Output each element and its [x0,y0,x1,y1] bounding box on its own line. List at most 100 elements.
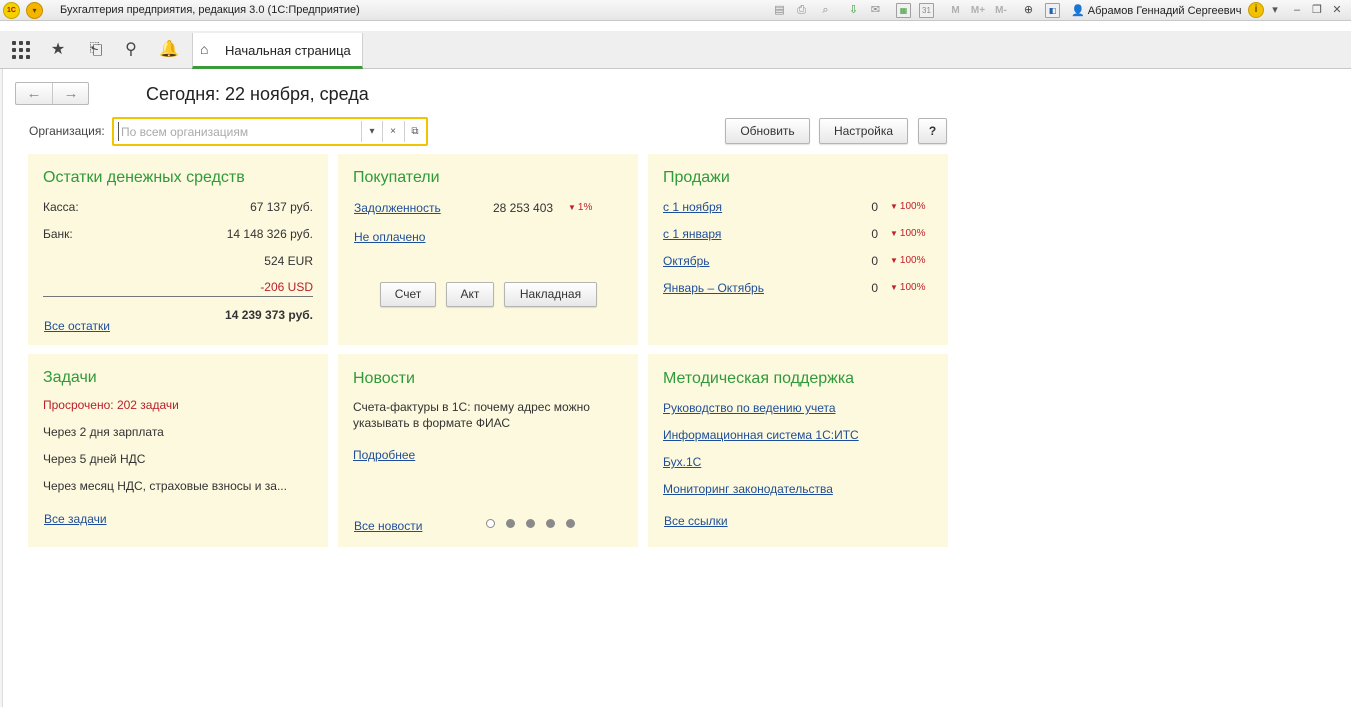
sales-row-change: 100% [890,228,926,239]
tab-home-label: Начальная страница [225,43,351,58]
support-title: Методическая поддержка [663,370,855,387]
unpaid-link[interactable]: Не оплачено [354,230,425,244]
total-value: 14 239 373 руб. [225,308,313,322]
open-icon[interactable]: ⧉ [404,121,425,142]
buyers-title: Покупатели [353,169,440,186]
all-balances-link[interactable]: Все остатки [44,319,110,333]
kassa-value: 67 137 руб. [250,200,313,214]
support-link[interactable]: Мониторинг законодательства [663,482,833,496]
cash-title: Остатки денежных средств [43,169,245,186]
task-item[interactable]: Через 5 дней НДС [43,452,145,466]
history-arrows: ← → [15,82,89,105]
overdue-tasks[interactable]: Просрочено: 202 задачи [43,398,179,412]
news-pager-dot[interactable] [526,519,535,528]
support-link[interactable]: Руководство по ведению учета [663,401,836,415]
support-link[interactable]: Информационная система 1С:ИТС [663,428,859,442]
user-label: Абрамов Геннадий Сергеевич [1087,5,1242,17]
load-icon[interactable]: ⇩ [846,3,861,18]
main-menu-button[interactable]: ▾ [26,2,43,19]
1c-logo-icon: 1С [3,2,20,19]
bell-icon[interactable]: 🔔 [159,40,179,60]
star-icon[interactable]: ★ [48,40,68,60]
sales-row-label[interactable]: Октябрь [663,254,710,268]
support-panel: Методическая поддержка Руководство по ве… [648,354,948,547]
debt-value: 28 253 403 [493,201,554,215]
user-name[interactable]: 👤 Абрамов Геннадий Сергеевич [1071,4,1242,17]
page-title: Сегодня: 22 ноября, среда [146,84,369,104]
all-tasks-link[interactable]: Все задачи [44,512,107,526]
news-more-link[interactable]: Подробнее [353,448,415,462]
m-icon[interactable]: M [948,3,963,18]
debt-change: 1% [568,202,592,213]
zoom-icon[interactable]: ⊕ [1021,3,1036,18]
all-news-link[interactable]: Все новости [354,519,422,533]
tab-home[interactable]: ⌂ Начальная страница [192,33,363,69]
m-plus-icon[interactable]: M+ [968,3,988,18]
window-titlebar: 1С ▾ Бухгалтерия предприятия, редакция 3… [0,0,1351,21]
close-icon[interactable]: ✕ [1330,3,1344,17]
cash-panel: Остатки денежных средств Касса: 67 137 р… [28,154,328,345]
dropdown-chevron-icon[interactable]: ▾ [361,121,382,142]
org-input[interactable] [118,122,358,141]
clear-icon[interactable]: × [382,121,403,142]
sales-row-label[interactable]: с 1 ноября [663,200,722,214]
sales-row-label[interactable]: Январь – Октябрь [663,281,764,295]
calculator-icon[interactable]: ▦ [896,3,911,18]
window-title: Бухгалтерия предприятия, редакция 3.0 (1… [60,4,360,16]
sections-grid-icon[interactable] [12,41,30,59]
minimize-icon[interactable]: – [1290,3,1304,17]
sales-row-label[interactable]: с 1 января [663,227,721,241]
news-pager-dot[interactable] [546,519,555,528]
back-arrow-icon[interactable]: ← [16,85,52,103]
refresh-button[interactable]: Обновить [725,118,810,144]
news-pager [486,519,586,529]
restore-icon[interactable]: ❐ [1310,3,1324,17]
sales-row-change: 100% [890,282,926,293]
kassa-label: Касса: [43,200,79,214]
news-panel: Новости Счета-фактуры в 1С: почему адрес… [338,354,638,547]
sales-row-value: 0 [871,281,878,295]
sales-title: Продажи [663,169,730,186]
settings-button[interactable]: Настройка [819,118,908,144]
save-icon[interactable]: ▤ [772,3,787,18]
news-pager-dot[interactable] [486,519,495,528]
debt-link[interactable]: Задолженность [354,201,441,215]
tasks-title: Задачи [43,369,97,386]
org-label: Организация: [29,124,105,138]
task-item[interactable]: Через месяц НДС, страховые взносы и за..… [43,479,287,493]
sales-row-value: 0 [871,200,878,214]
org-field[interactable]: ▾ × ⧉ [112,117,428,146]
print-preview-icon[interactable]: ⌕ [818,3,833,18]
sales-row-value: 0 [871,227,878,241]
calendar-icon[interactable]: 31 [919,3,934,18]
all-links-link[interactable]: Все ссылки [664,514,728,528]
sales-panel: Продажи с 1 ноября 0 100% с 1 января 0 1… [648,154,948,345]
left-border [0,69,3,707]
task-item[interactable]: Через 2 дня зарплата [43,425,164,439]
sales-row-value: 0 [871,254,878,268]
bank-value: 14 148 326 руб. [226,227,313,241]
news-text-line: указывать в формате ФИАС [353,416,511,430]
panel-icon[interactable]: ◧ [1045,3,1060,18]
forward-arrow-icon[interactable]: → [53,85,89,103]
news-pager-dot[interactable] [566,519,575,528]
news-pager-dot[interactable] [506,519,515,528]
news-title: Новости [353,370,415,387]
sales-row-change: 100% [890,255,926,266]
sales-row-change: 100% [890,201,926,212]
info-icon[interactable]: i [1248,2,1264,18]
history-icon[interactable]: ⎗ [86,40,106,60]
act-button[interactable]: Акт [446,282,494,307]
waybill-button[interactable]: Накладная [504,282,597,307]
print-icon[interactable]: ⎙ [794,3,809,18]
save-file-icon[interactable]: ✉ [868,3,883,18]
chevron-down-icon[interactable]: ▾ [1268,3,1282,17]
user-icon: 👤 [1071,5,1085,17]
eur-value: 524 EUR [264,254,313,268]
invoice-button[interactable]: Счет [380,282,436,307]
m-minus-icon[interactable]: M- [991,3,1011,18]
support-link[interactable]: Бух.1С [663,455,701,469]
buyers-panel: Покупатели Задолженность 28 253 403 1% Н… [338,154,638,345]
search-icon[interactable]: ⚲ [121,40,141,60]
help-button[interactable]: ? [918,118,947,144]
